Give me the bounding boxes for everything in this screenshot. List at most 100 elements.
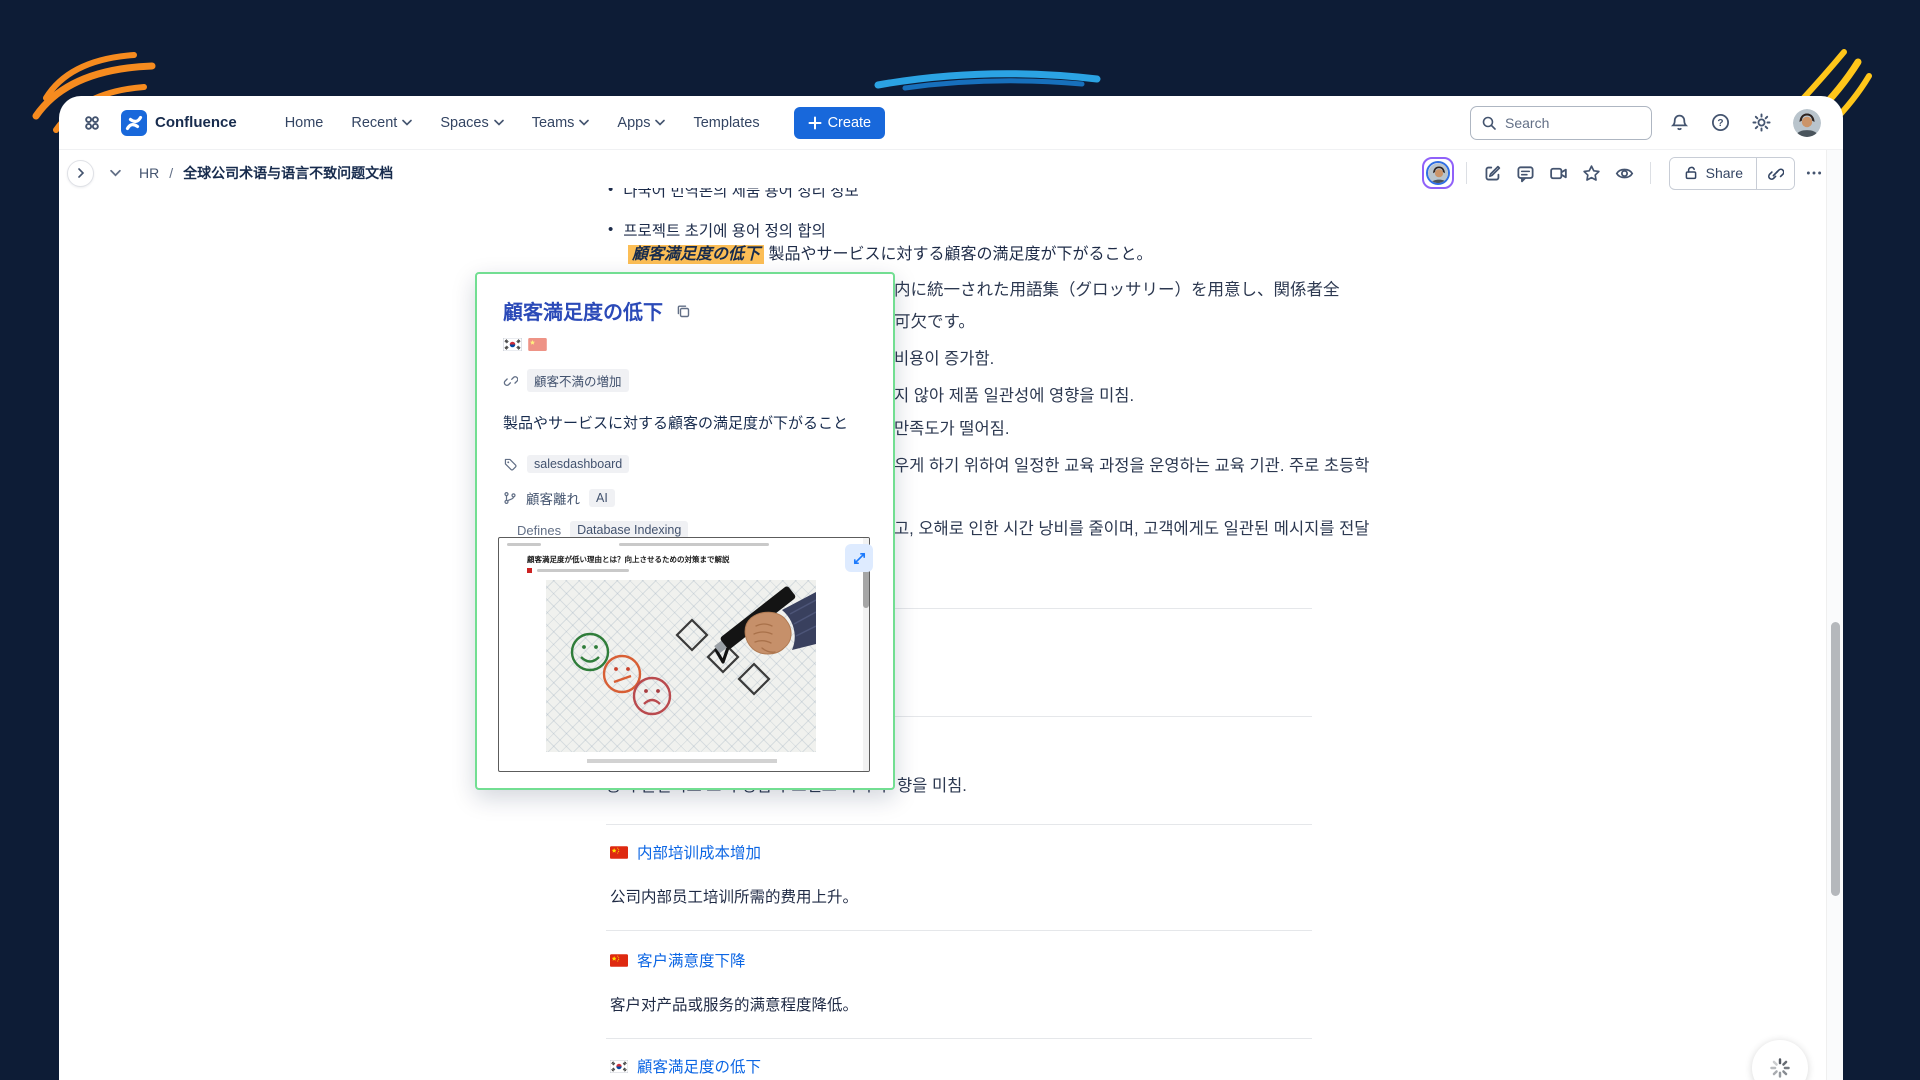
- edit-button[interactable]: [1479, 160, 1506, 187]
- mini-article-title: 顧客満足度が低い理由とは？向上させるための対策まで解説: [527, 554, 837, 565]
- glossary-entry-body: 客户对产品或服务的满意程度降低。: [610, 993, 858, 1015]
- link-icon: [1767, 165, 1784, 182]
- comment-icon: [1516, 164, 1535, 183]
- list-item-text: 다국어 번역본의 제품 용어 정리 정보: [623, 188, 858, 201]
- star-button[interactable]: [1578, 160, 1605, 187]
- popup-title-row: 顧客満足度の低下: [503, 296, 873, 325]
- active-collaborator-button[interactable]: [1422, 157, 1454, 189]
- document-text-fragment: 향을 미침.: [897, 774, 967, 798]
- nav-item-apps[interactable]: Apps: [607, 109, 675, 137]
- page-title: 全球公司术语与语言不致问题文档: [183, 163, 393, 183]
- chevron-down-icon: [110, 169, 121, 177]
- nav-item-templates[interactable]: Templates: [683, 109, 769, 137]
- branch-icon: [503, 491, 517, 505]
- share-button[interactable]: Share: [1670, 158, 1756, 188]
- glossary-entry-body: 公司内部员工培训所需的费用上升。: [610, 885, 858, 907]
- list-item: • 프로젝트 초기에 용어 정의 합의: [608, 219, 826, 241]
- copy-term-button[interactable]: [673, 301, 693, 321]
- scrollbar-track[interactable]: [1826, 150, 1843, 1080]
- more-button[interactable]: [1801, 160, 1827, 186]
- spinner-icon: [1769, 1057, 1791, 1079]
- gear-icon: [1752, 113, 1771, 132]
- nav-item-teams[interactable]: Teams: [522, 109, 600, 137]
- edit-icon: [1483, 164, 1502, 183]
- toolbar-divider: [1650, 162, 1651, 184]
- bullet-icon: •: [608, 188, 613, 201]
- comment-button[interactable]: [1512, 160, 1539, 187]
- breadcrumb-space[interactable]: HR: [139, 165, 159, 181]
- glossary-entry-link[interactable]: 客户满意度下降: [637, 949, 746, 971]
- document-text-fragment: 비용이 증가함.: [894, 347, 994, 371]
- list-item-text: 프로젝트 초기에 용어 정의 합의: [623, 219, 826, 241]
- term-description: 製品やサービスに対する顧客の満足度が下がること: [503, 412, 873, 433]
- toolbar-divider: [1466, 162, 1467, 184]
- create-button[interactable]: Create: [794, 107, 886, 139]
- top-nav: Confluence Home Recent Spaces T: [59, 96, 1843, 150]
- watch-button[interactable]: [1611, 160, 1638, 187]
- app-grid-button[interactable]: [79, 110, 105, 136]
- ai-badge: AI: [589, 489, 615, 507]
- app-grid-icon: [83, 114, 101, 132]
- nav-menu: Home Recent Spaces Teams: [275, 109, 770, 137]
- neutral-face-icon: [604, 656, 640, 692]
- chevron-down-icon: [402, 119, 412, 126]
- nav-item-recent[interactable]: Recent: [341, 109, 422, 137]
- document-text-fragment: 지 않아 제품 일관성에 영향을 미침.: [894, 384, 1134, 408]
- korea-flag-icon: [503, 338, 522, 351]
- defines-label: Defines: [517, 523, 561, 538]
- china-flag-icon: [528, 338, 547, 351]
- china-flag-icon: [610, 954, 628, 967]
- mini-caption-bar: [587, 759, 777, 763]
- happy-face-icon: [572, 634, 608, 670]
- document-text-fragment: 만족도가 떨어짐.: [894, 417, 1009, 441]
- video-icon: [1549, 164, 1568, 183]
- entry-divider: [606, 1038, 1312, 1039]
- expand-sidebar-button[interactable]: [67, 160, 94, 187]
- search-box[interactable]: [1470, 106, 1652, 140]
- tag-icon: [503, 457, 518, 472]
- survey-photo: [546, 580, 816, 752]
- expand-icon: [852, 551, 867, 566]
- bell-icon: [1670, 113, 1689, 132]
- brand[interactable]: Confluence: [121, 110, 237, 136]
- profile-button[interactable]: [1789, 105, 1825, 141]
- avatar: [1793, 109, 1821, 137]
- tag-chip[interactable]: salesdashboard: [527, 455, 629, 473]
- search-icon: [1481, 115, 1497, 131]
- bullet-icon: •: [608, 219, 613, 241]
- svg-text:?: ?: [1717, 118, 1723, 129]
- scrollbar-thumb[interactable]: [1831, 622, 1840, 896]
- highlighted-term[interactable]: 顧客満足度の低下: [628, 245, 764, 264]
- nav-right: ?: [1470, 105, 1825, 141]
- expand-image-button[interactable]: [845, 544, 873, 572]
- glossary-entry-link[interactable]: 顧客満足度の低下: [637, 1055, 761, 1077]
- korea-flag-icon: [610, 1060, 628, 1073]
- search-input[interactable]: [1505, 115, 1635, 131]
- document-text-fragment: 우게 하기 위하여 일정한 교육 과정을 운영하는 교육 기관. 주로 초등학: [894, 454, 1369, 478]
- related-term-row: 顧客不満の増加: [503, 369, 873, 392]
- glossary-entry-link-row: 内部培训成本增加: [610, 841, 761, 863]
- entry-divider: [606, 824, 1312, 825]
- notifications-button[interactable]: [1666, 109, 1693, 136]
- more-icon: [1805, 164, 1823, 182]
- copy-link-button[interactable]: [1756, 158, 1794, 189]
- sad-face-icon: [634, 678, 670, 714]
- avatar-photo: [1428, 163, 1450, 185]
- nav-item-home[interactable]: Home: [275, 109, 334, 137]
- mini-category-badge: [527, 568, 532, 573]
- nav-left: Confluence Home Recent Spaces T: [79, 107, 885, 139]
- related-term-chip[interactable]: 顧客不満の増加: [527, 369, 629, 392]
- nav-item-spaces[interactable]: Spaces: [430, 109, 513, 137]
- video-button[interactable]: [1545, 160, 1572, 187]
- term-image-preview[interactable]: 顧客満足度が低い理由とは？向上させるための対策まで解説: [498, 537, 870, 772]
- entry-divider: [606, 930, 1312, 931]
- glossary-highlight-line: 顧客満足度の低下 製品やサービスに対する顧客の満足度が下がること。: [628, 243, 1152, 266]
- glossary-entry-link[interactable]: 内部培训成本增加: [637, 841, 761, 863]
- help-button[interactable]: ?: [1707, 109, 1734, 136]
- settings-button[interactable]: [1748, 109, 1775, 136]
- clipped-bullet-line: • 다국어 번역본의 제품 용어 정리 정보: [600, 188, 1060, 204]
- breadcrumb-expand-button[interactable]: [106, 165, 125, 181]
- plus-icon: [808, 116, 822, 130]
- document-text-fragment: 内に統一された用語集（グロッサリー）を用意し、関係者全: [894, 278, 1340, 302]
- chevron-right-icon: [76, 168, 86, 178]
